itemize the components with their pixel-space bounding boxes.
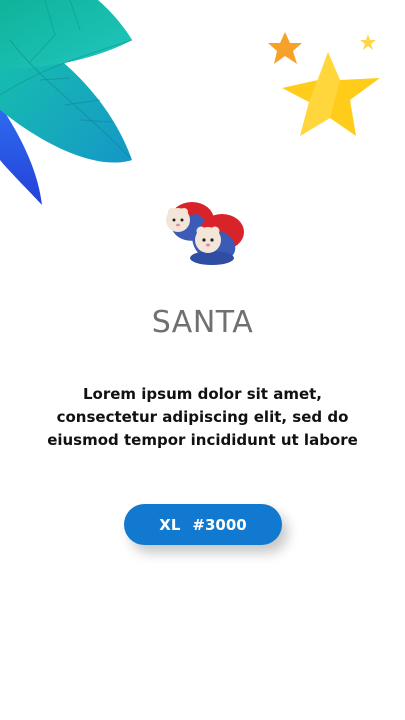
product-description: Lorem ipsum dolor sit amet, consectetur … xyxy=(47,385,358,449)
leaves-icon xyxy=(0,0,133,205)
price-label: #3000 xyxy=(192,515,247,534)
stars-icon xyxy=(268,32,380,136)
product-title: SANTA xyxy=(151,305,254,340)
size-label: XL xyxy=(159,515,181,534)
baby-shoes-icon xyxy=(166,202,244,265)
size-price-button[interactable]: XL #3000 xyxy=(124,504,282,545)
leaves-decoration xyxy=(0,0,140,219)
